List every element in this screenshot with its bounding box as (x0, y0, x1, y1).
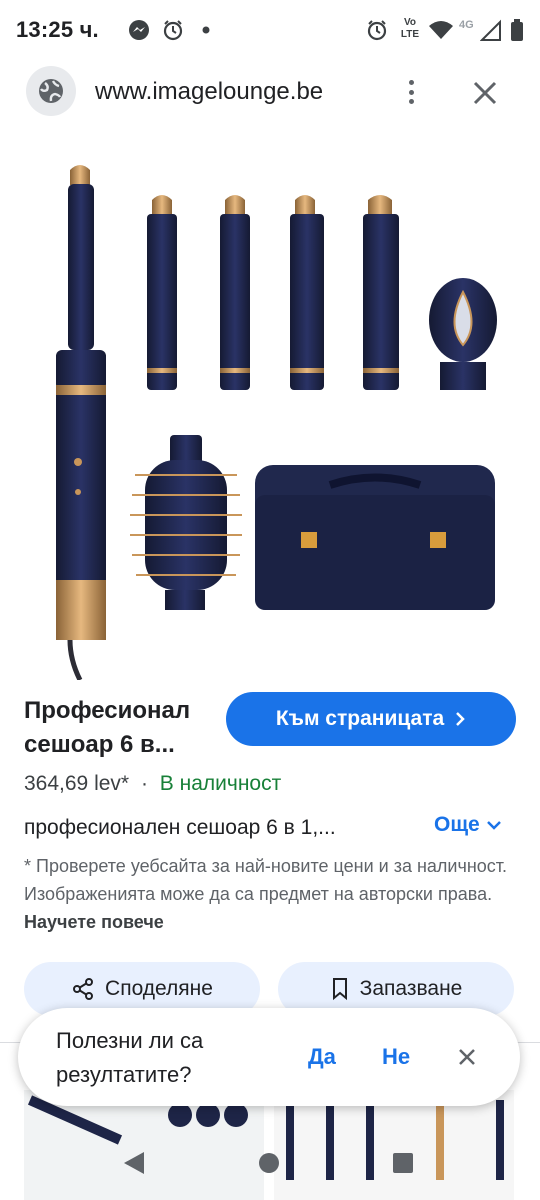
curler-attachments (147, 195, 399, 390)
battery-icon (511, 19, 523, 41)
feedback-question: Полезни ли са резултатите? (56, 1028, 204, 1087)
url-bar: www.imagelounge.be (0, 60, 540, 128)
availability-status: В наличност (159, 772, 282, 795)
more-label: Още (434, 813, 480, 836)
feedback-yes-button[interactable]: Да (308, 1044, 336, 1070)
more-options-icon[interactable] (396, 72, 426, 112)
disclaimer-text: * Проверете уебсайта за най-новите цени … (24, 856, 508, 904)
product-price: 364,69 lev* (24, 772, 130, 795)
back-nav-icon[interactable] (122, 1150, 146, 1176)
more-button[interactable]: Още (434, 813, 502, 837)
price-row: 364,69 lev* · В наличност (24, 772, 281, 796)
chevron-right-icon (456, 712, 465, 726)
alarm-icon (163, 20, 183, 41)
separator-dot: · (140, 772, 148, 795)
navigation-bar (0, 1130, 540, 1200)
wifi-icon (429, 21, 453, 39)
chevron-down-icon (486, 821, 501, 830)
page-url[interactable]: www.imagelounge.be (95, 78, 323, 106)
bookmark-icon (332, 978, 347, 1001)
close-icon[interactable] (456, 1046, 478, 1068)
product-title-line2: сешоар 6 в... (24, 731, 175, 758)
learn-more-link[interactable]: Научете повече (24, 912, 164, 932)
styler-body (56, 165, 106, 680)
dot-icon (202, 26, 210, 34)
share-label: Споделяне (105, 977, 213, 1000)
product-image[interactable] (20, 140, 520, 680)
site-favicon (26, 66, 76, 116)
volte-top: Vo (403, 17, 417, 28)
storage-case (255, 465, 495, 610)
product-title[interactable]: Професионал сешоар 6 в... (24, 694, 204, 762)
nozzle-attachment (429, 278, 497, 390)
signal-icon (480, 19, 501, 41)
network-type: 4G (459, 19, 474, 31)
globe-icon (39, 79, 63, 103)
share-icon (73, 978, 94, 1000)
save-label: Запазване (359, 977, 463, 1000)
recents-nav-icon[interactable] (392, 1152, 414, 1174)
visit-page-label: Към страницата (275, 707, 445, 730)
feedback-no-button[interactable]: Не (382, 1044, 410, 1070)
feedback-prompt: Полезни ли са резултатите? Да Не (18, 1008, 520, 1106)
product-title-line1: Професионал (24, 697, 191, 724)
status-time: 13:25 ч. (16, 17, 99, 42)
volte-icon: Vo LTE (397, 17, 423, 41)
brush-attachment (130, 435, 242, 610)
product-description: професионален сешоар 6 в 1,... (24, 816, 336, 839)
visit-page-button[interactable]: Към страницата (226, 692, 516, 746)
close-icon[interactable] (470, 78, 500, 108)
volte-bottom: LTE (400, 29, 420, 40)
home-nav-icon[interactable] (258, 1152, 280, 1174)
messenger-icon (129, 20, 149, 40)
status-bar: 13:25 ч. Vo LTE 4G (0, 0, 540, 60)
alarm-icon (367, 20, 387, 41)
disclaimer: * Проверете уебсайта за най-новите цени … (24, 852, 519, 936)
